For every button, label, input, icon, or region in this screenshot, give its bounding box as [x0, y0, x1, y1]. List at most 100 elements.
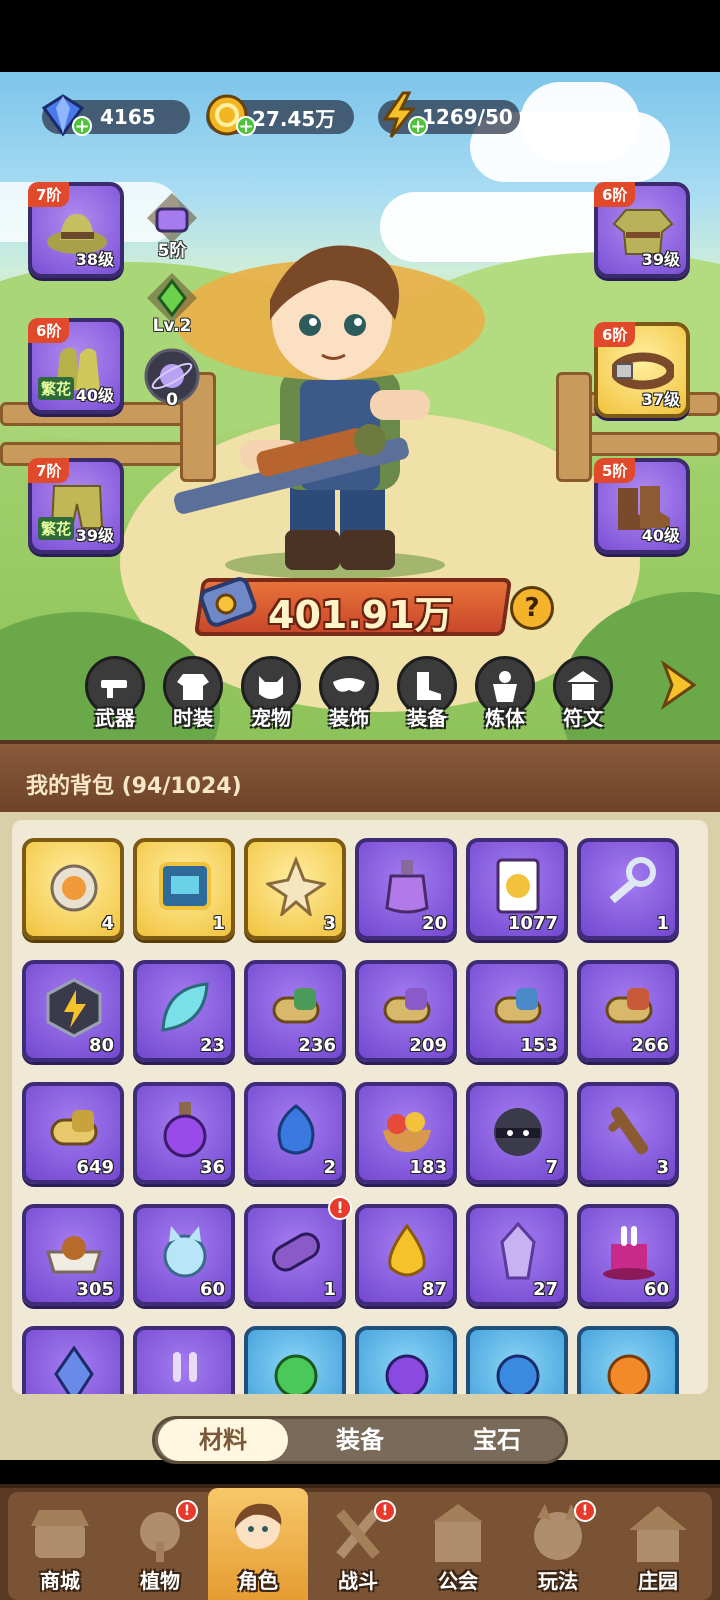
- tab-equipment[interactable]: 装备: [394, 656, 460, 731]
- equip-slot-boots[interactable]: 5阶 40级: [594, 458, 690, 554]
- nav-label: 公会: [438, 1569, 478, 1593]
- fruit-bowl-icon: [383, 1112, 431, 1152]
- tab-decoration[interactable]: 装饰: [316, 656, 382, 731]
- tab-costume[interactable]: 时装: [160, 656, 226, 731]
- equip-level: 39级: [75, 526, 114, 545]
- backpack-item[interactable]: 3: [577, 1082, 679, 1184]
- backpack-grid[interactable]: 4 1 3 20 1077 1 80 23 236 209 153 266 649 36 2 183 7 3 305…: [12, 820, 708, 1394]
- nav-gameplay[interactable]: 玩法 !: [508, 1500, 608, 1600]
- tab-rune[interactable]: 符文: [550, 656, 616, 731]
- tab-pet[interactable]: 宠物: [238, 656, 304, 731]
- item-count: 23: [199, 1035, 225, 1056]
- gem-counter[interactable]: + 4165: [41, 94, 190, 137]
- backpack-item[interactable]: 60: [133, 1204, 235, 1306]
- gold-counter[interactable]: + 27.45万: [206, 94, 354, 136]
- orange-fruit-icon: [607, 1354, 651, 1394]
- item-count: 2: [323, 1157, 336, 1178]
- backpack-item[interactable]: 60: [577, 1204, 679, 1306]
- tab-label: 炼体: [485, 706, 525, 730]
- purple-fruit-icon: [385, 1354, 429, 1394]
- tab-label: 武器: [95, 706, 135, 730]
- nav-guild[interactable]: 公会: [408, 1500, 508, 1600]
- gem-value: 4165: [100, 105, 156, 129]
- nav-label: 商城: [40, 1569, 80, 1593]
- backpack-item[interactable]: 209: [355, 960, 457, 1062]
- power-icon: [199, 577, 257, 627]
- equip-tier: 5阶: [594, 458, 636, 483]
- backpack-item[interactable]: 183: [355, 1082, 457, 1184]
- backpack-item[interactable]: 20: [355, 838, 457, 940]
- energy-counter[interactable]: + 1269/50: [378, 91, 520, 138]
- item-count: 649: [76, 1157, 114, 1178]
- crystal-shard-icon: [500, 1222, 536, 1280]
- manor-house-icon: [629, 1506, 687, 1562]
- blue-fruit-icon: [496, 1354, 540, 1394]
- item-count: 80: [88, 1035, 114, 1056]
- bolt-badge-icon: [46, 978, 102, 1038]
- backpack-item[interactable]: 4: [22, 838, 124, 940]
- chevron-right-icon[interactable]: [658, 660, 698, 710]
- green-fruit-icon: [274, 1354, 318, 1394]
- backpack-item[interactable]: 153: [466, 960, 568, 1062]
- nav-character[interactable]: 角色: [208, 1488, 308, 1600]
- item-count: 1: [323, 1279, 336, 1300]
- bunny-ears-icon: [173, 1352, 197, 1382]
- scroll-purple-icon: [383, 988, 431, 1024]
- scroll-red-icon: [605, 988, 653, 1024]
- item-count: 209: [409, 1035, 447, 1056]
- nav-badge: !: [176, 1500, 198, 1522]
- tab-equipment-filter[interactable]: 装备: [295, 1419, 425, 1461]
- backpack-item[interactable]: 266: [577, 960, 679, 1062]
- nav-label: 植物: [140, 1569, 180, 1593]
- backpack-item[interactable]: 7: [466, 1082, 568, 1184]
- backpack-item[interactable]: 1: [133, 838, 235, 940]
- tab-materials[interactable]: 材料: [158, 1419, 288, 1461]
- backpack-item[interactable]: 23: [133, 960, 235, 1062]
- backpack-item[interactable]: [577, 1326, 679, 1394]
- star-knot-icon: [266, 856, 326, 916]
- equip-slot-shirt[interactable]: 6阶 39级: [594, 182, 690, 278]
- backpack-item[interactable]: [22, 1326, 124, 1394]
- equip-slot-gloves[interactable]: 6阶 繁花 40级: [28, 318, 124, 414]
- equip-slot-pants[interactable]: 7阶 繁花 39级: [28, 458, 124, 554]
- backpack-item[interactable]: 80: [22, 960, 124, 1062]
- backpack-item[interactable]: 1!: [244, 1196, 352, 1306]
- potion-icon: [385, 860, 429, 914]
- backpack-title: 我的背包 (94/1024): [26, 774, 242, 799]
- backpack-item[interactable]: 27: [466, 1204, 568, 1306]
- bag-tier: 5阶: [157, 241, 187, 261]
- nav-battle[interactable]: 战斗 !: [308, 1500, 408, 1600]
- backpack-item[interactable]: [355, 1326, 457, 1394]
- shop-icon: [31, 1510, 89, 1558]
- add-gems-icon[interactable]: +: [72, 116, 92, 136]
- backpack-item[interactable]: 2: [244, 1082, 346, 1184]
- equip-slot-hat[interactable]: 7阶 38级: [28, 182, 124, 278]
- character-portrait-icon: [235, 1503, 282, 1549]
- backpack-item[interactable]: [133, 1326, 235, 1394]
- backpack-item[interactable]: 87: [355, 1204, 457, 1306]
- backpack-item[interactable]: 236: [244, 960, 346, 1062]
- equip-set-tag: 繁花: [38, 377, 75, 400]
- help-icon[interactable]: ?: [510, 586, 554, 630]
- backpack-item[interactable]: [466, 1326, 568, 1394]
- backpack-item[interactable]: 1077: [466, 838, 568, 940]
- backpack-item[interactable]: 3: [244, 838, 346, 940]
- add-energy-icon[interactable]: +: [408, 116, 428, 136]
- add-gold-icon[interactable]: +: [236, 116, 256, 136]
- card-chip-icon: [159, 862, 211, 910]
- backpack-item[interactable]: 305: [22, 1204, 124, 1306]
- tab-gems[interactable]: 宝石: [432, 1419, 562, 1461]
- equip-tier: 6阶: [594, 322, 636, 347]
- nav-manor[interactable]: 庄园: [608, 1500, 708, 1600]
- equip-slot-belt[interactable]: 6阶 37级: [594, 322, 690, 418]
- equip-tier: 6阶: [594, 182, 636, 207]
- tab-body-refine[interactable]: 炼体: [472, 656, 538, 731]
- nav-shop[interactable]: 商城: [10, 1500, 110, 1600]
- backpack-item[interactable]: [244, 1326, 346, 1394]
- nav-plants[interactable]: 植物 !: [110, 1500, 210, 1600]
- backpack-item[interactable]: 1: [577, 838, 679, 940]
- puzzle-cat-icon: [163, 1226, 207, 1278]
- backpack-item[interactable]: 649: [22, 1082, 124, 1184]
- backpack-item[interactable]: 36: [133, 1082, 235, 1184]
- tab-weapon[interactable]: 武器: [82, 656, 148, 731]
